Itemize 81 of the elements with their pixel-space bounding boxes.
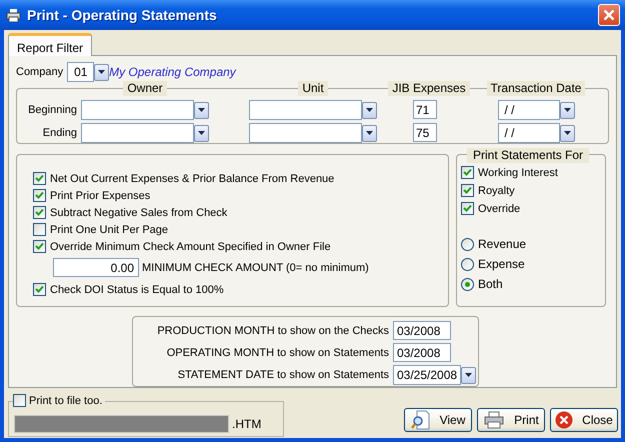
dropdown-button[interactable] (461, 366, 476, 384)
caret-icon (366, 131, 373, 135)
company-field[interactable]: 01 (67, 62, 94, 82)
checkbox-label: Royalty (478, 184, 515, 196)
checkbox-label: Print to file too. (29, 394, 102, 406)
owner-field[interactable] (81, 100, 194, 120)
printer-icon (6, 8, 21, 22)
checkbox-label: Print Prior Expenses (50, 190, 150, 202)
dropdown-button[interactable] (362, 124, 377, 142)
checkbox[interactable] (33, 283, 46, 296)
caret-icon (198, 108, 205, 112)
checkbox[interactable] (461, 184, 474, 197)
checkbox-label: Override (478, 202, 520, 214)
jib-field[interactable]: 75 (413, 123, 437, 142)
caret-icon (564, 131, 570, 135)
radio-label: Both (478, 277, 503, 291)
dropdown-button[interactable] (194, 124, 209, 142)
date-field[interactable]: 03/25/2008 (393, 365, 462, 385)
checkbox[interactable] (461, 202, 474, 215)
printer-icon (483, 411, 506, 429)
dropdown-button[interactable] (194, 102, 209, 118)
unit-field[interactable] (249, 100, 362, 120)
month-field[interactable]: 03/2008 (393, 343, 451, 362)
company-name: My Operating Company (109, 65, 236, 79)
close-icon (555, 411, 574, 429)
checkbox-label: Check DOI Status is Equal to 100% (50, 284, 224, 296)
jib-field[interactable]: 71 (413, 100, 437, 119)
month-label: STATEMENT DATE to show on Statements (178, 369, 389, 381)
amount-field[interactable]: 0.00 (53, 258, 139, 277)
window-title: Print - Operating Statements (27, 7, 218, 23)
file-extension: .HTM (232, 417, 262, 431)
checkbox-label: Override Minimum Check Amount Specified in Owner File (50, 240, 331, 252)
month-label: PRODUCTION MONTH to show on the Checks (157, 324, 389, 336)
caret-icon (366, 108, 373, 112)
tab[interactable]: Report Filter (8, 33, 92, 56)
row-label: Ending (42, 127, 78, 139)
checkbox[interactable] (33, 223, 46, 236)
close-icon (603, 9, 615, 21)
checkbox-label: Subtract Negative Sales from Check (50, 206, 228, 218)
magnifier-document-icon (410, 410, 431, 430)
checkbox[interactable] (33, 189, 46, 202)
date-field[interactable]: / / (498, 100, 560, 120)
caret-icon (98, 70, 106, 74)
date-field[interactable]: / / (498, 123, 560, 143)
radio-button[interactable] (461, 238, 474, 250)
column-heading: Unit (298, 81, 328, 96)
caret-icon (198, 131, 205, 135)
checkbox-label: Working Interest (478, 166, 558, 178)
checkbox-label: Print One Unit Per Page (50, 224, 168, 236)
caret-icon (564, 108, 570, 112)
caret-icon (465, 373, 472, 377)
view-button[interactable]: View (404, 408, 472, 432)
print-button[interactable]: Print (477, 408, 545, 432)
radio-label: Revenue (478, 237, 526, 251)
dropdown-button[interactable] (362, 102, 377, 118)
radio-button[interactable] (461, 258, 474, 270)
close-button[interactable]: Close (550, 408, 618, 432)
checkbox[interactable] (13, 394, 26, 407)
row-label: Beginning (28, 104, 78, 116)
dropdown-button[interactable] (94, 64, 110, 80)
unit-field[interactable] (249, 123, 362, 143)
dropdown-button[interactable] (560, 102, 574, 118)
column-heading: Owner (123, 81, 167, 96)
checkbox[interactable] (461, 166, 474, 179)
checkbox-label: Net Out Current Expenses & Prior Balance From Revenue (50, 172, 334, 184)
owner-field[interactable] (81, 123, 194, 143)
checkbox[interactable] (33, 206, 46, 219)
file-name-field[interactable] (14, 415, 229, 433)
month-label: OPERATING MONTH to show on Statements (166, 346, 389, 358)
radio-label: Expense (478, 257, 525, 271)
month-field[interactable]: 03/2008 (393, 321, 451, 340)
group-title: Print Statements For (467, 148, 590, 163)
company-label: Company (16, 66, 64, 78)
checkbox[interactable] (33, 240, 46, 253)
close-button[interactable] (598, 4, 620, 26)
column-heading: Transaction Date (486, 81, 586, 96)
checkbox[interactable] (33, 172, 46, 185)
dropdown-button[interactable] (560, 124, 574, 142)
column-heading: JIB Expenses (388, 81, 470, 96)
amount-label: MINIMUM CHECK AMOUNT (0= no minimum) (142, 262, 369, 274)
radio-button[interactable] (461, 278, 474, 290)
